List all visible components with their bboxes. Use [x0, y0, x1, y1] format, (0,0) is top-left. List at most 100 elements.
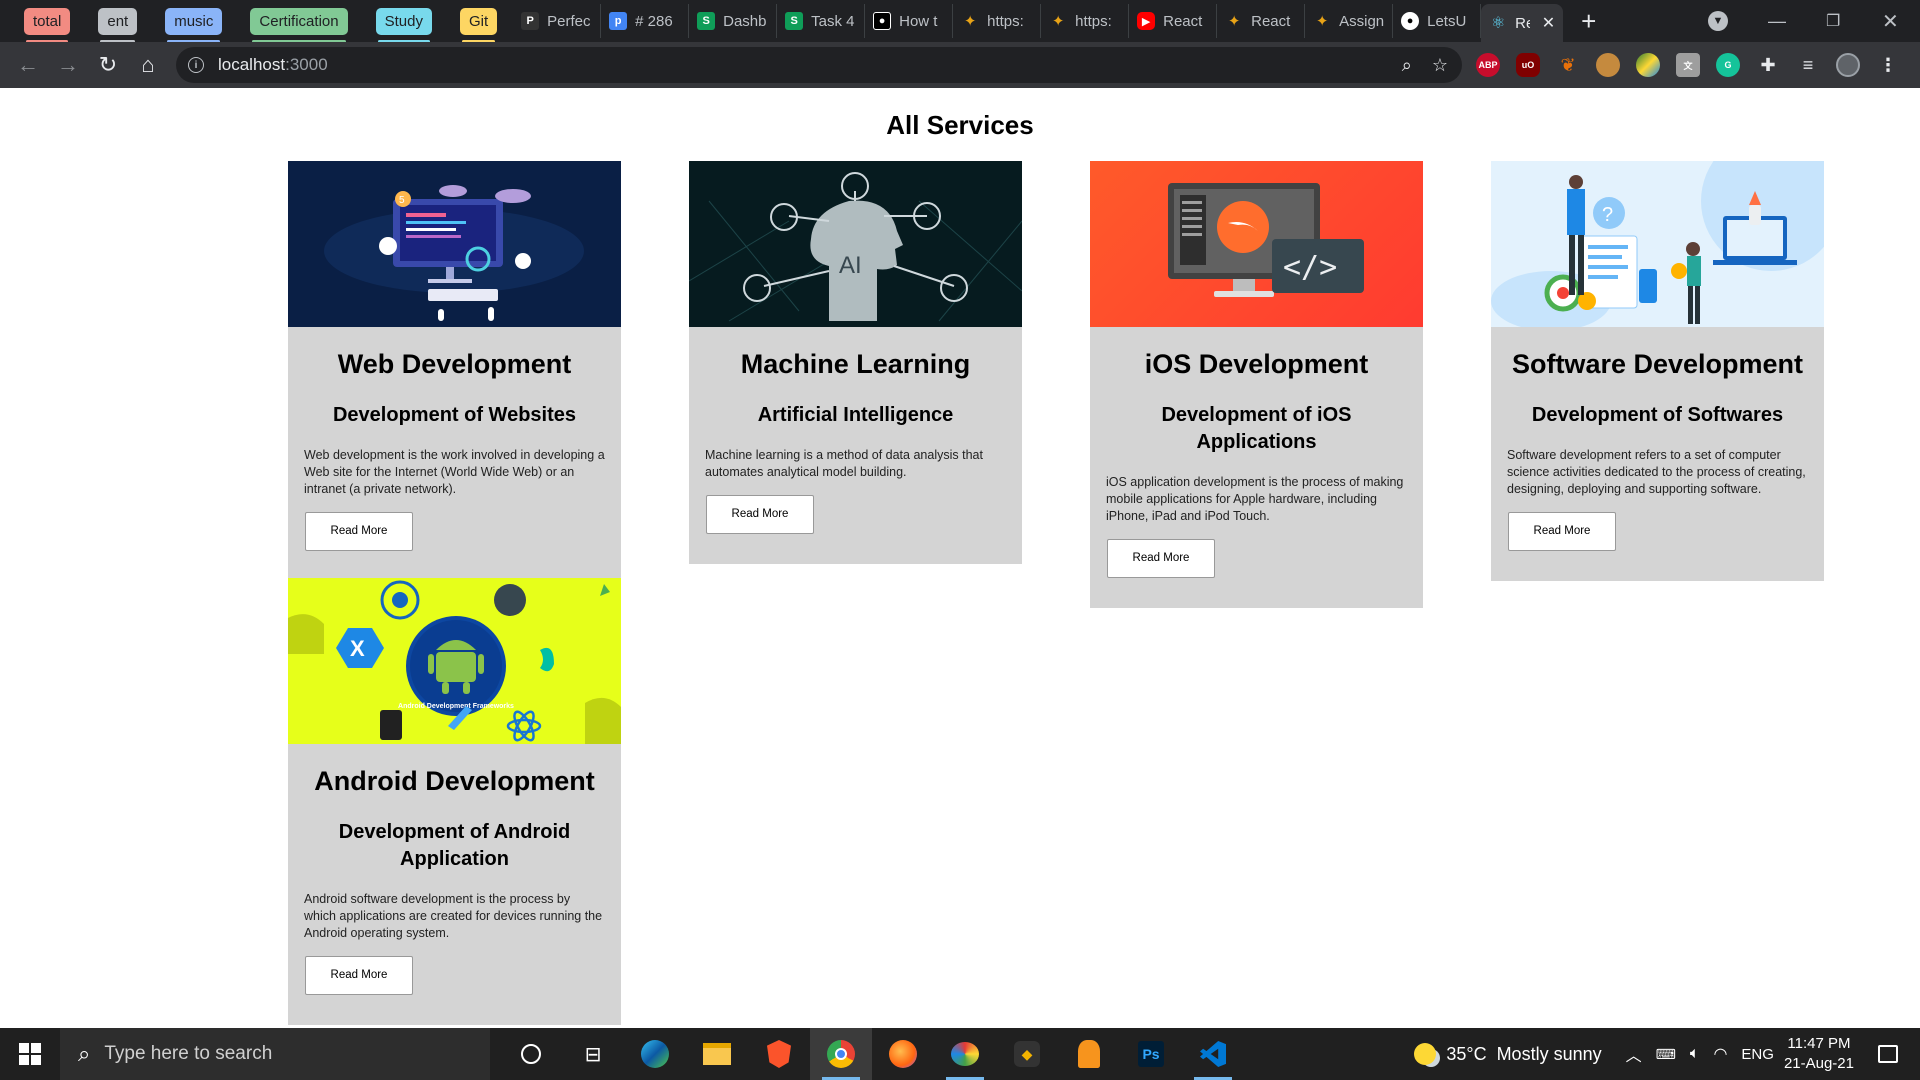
- browser-chrome: total ent music Certification Study Git …: [0, 0, 1920, 88]
- extensions-puzzle-icon[interactable]: ✚: [1756, 53, 1780, 77]
- browser-tab[interactable]: ▶ React: [1129, 4, 1218, 38]
- clock-time: 11:47 PM: [1787, 1035, 1851, 1052]
- pycharm-icon: P: [521, 12, 540, 30]
- svg-text:5: 5: [399, 195, 405, 206]
- close-tab-icon[interactable]: ✕: [1542, 13, 1555, 33]
- url-host: localhost: [218, 55, 286, 74]
- weather-icon[interactable]: [1414, 1043, 1437, 1065]
- service-description: iOS application development is the proce…: [1106, 475, 1404, 523]
- weather-temp[interactable]: 35°C: [1446, 1044, 1486, 1065]
- youtube-icon: ▶: [1137, 12, 1156, 30]
- wifi-icon[interactable]: ◠: [1713, 1044, 1727, 1064]
- chrome-icon[interactable]: [810, 1028, 872, 1080]
- tab-search-icon[interactable]: ▼: [1708, 0, 1728, 42]
- brave-icon[interactable]: [748, 1028, 810, 1080]
- service-subtitle: Development of Websites: [332, 404, 577, 426]
- site-info-icon[interactable]: i: [188, 57, 204, 73]
- notifications-icon[interactable]: [1878, 1045, 1898, 1063]
- file-explorer-icon[interactable]: [686, 1028, 748, 1080]
- volume-icon[interactable]: 🔈︎: [1690, 1045, 1700, 1063]
- cookie-icon[interactable]: [1596, 53, 1620, 77]
- read-more-button[interactable]: Read More: [1508, 512, 1616, 551]
- reload-icon[interactable]: ↻: [88, 45, 128, 85]
- home-icon[interactable]: ⌂: [128, 45, 168, 85]
- tab-group-study[interactable]: Study: [375, 7, 432, 43]
- close-window-icon[interactable]: ✕: [1882, 0, 1899, 42]
- browser-tab[interactable]: p # 286: [601, 4, 690, 38]
- new-tab-icon[interactable]: +: [1581, 6, 1596, 37]
- back-icon[interactable]: ←: [8, 45, 48, 85]
- browser-tab[interactable]: ✦ https:: [953, 4, 1042, 38]
- browser-tab[interactable]: ● How t: [865, 4, 954, 38]
- service-title: Android Development: [314, 766, 595, 796]
- clock-date: 21-Aug-21: [1783, 1055, 1854, 1072]
- paint-icon[interactable]: [934, 1028, 996, 1080]
- tab-group-ent[interactable]: ent: [98, 7, 138, 43]
- menu-kebab-icon[interactable]: ⋮: [1876, 53, 1900, 77]
- reading-list-icon[interactable]: ≡: [1796, 53, 1820, 77]
- browser-tab[interactable]: P Perfec: [513, 4, 602, 38]
- browser-tab[interactable]: ● LetsU: [1393, 4, 1482, 38]
- read-more-button[interactable]: Read More: [706, 495, 814, 534]
- photoshop-icon[interactable]: Ps: [1120, 1028, 1182, 1080]
- browser-tab-active[interactable]: ⚛Re✕: [1481, 4, 1564, 42]
- tab-strip: total ent music Certification Study Git …: [0, 0, 1920, 43]
- tab-group-certification[interactable]: Certification: [250, 7, 348, 43]
- vscode-icon[interactable]: [1182, 1028, 1244, 1080]
- grammarly-icon[interactable]: G: [1716, 53, 1740, 77]
- browser-tab[interactable]: ✦ Assign: [1305, 4, 1394, 38]
- windows-start-icon[interactable]: [0, 1028, 60, 1080]
- fl-studio-icon[interactable]: [1058, 1028, 1120, 1080]
- url-port: :3000: [285, 55, 328, 74]
- svg-text:X: X: [350, 636, 365, 661]
- tool-icon: ✦: [1227, 13, 1241, 30]
- chevron-up-icon[interactable]: ︿: [1626, 1042, 1642, 1066]
- maximize-icon[interactable]: ❐: [1826, 0, 1840, 42]
- read-more-button[interactable]: Read More: [305, 512, 413, 551]
- software-team-image: ?: [1491, 161, 1824, 327]
- translate-icon[interactable]: 文: [1676, 53, 1700, 77]
- extensions-bar: ABP uO ❦ 文 G ✚ ≡ ⋮: [1476, 42, 1900, 88]
- forward-icon[interactable]: →: [48, 45, 88, 85]
- browser-tab[interactable]: ✦ https:: [1041, 4, 1130, 38]
- react-icon: ⚛: [1490, 15, 1506, 32]
- abp-icon[interactable]: ABP: [1476, 53, 1500, 77]
- tab-group-git[interactable]: Git: [459, 7, 498, 43]
- service-card-ml: AI Machine Learning Artificial Intellige…: [689, 161, 1022, 564]
- ublock-icon[interactable]: uO: [1516, 53, 1540, 77]
- service-card-ios: </> iOS Development Development of iOS A…: [1090, 161, 1423, 608]
- carrot-icon[interactable]: ❦: [1556, 53, 1580, 77]
- address-bar[interactable]: i localhost:3000 ⌕ ☆: [176, 47, 1462, 83]
- keyboard-icon[interactable]: ⌨: [1656, 1046, 1676, 1063]
- firefox-icon[interactable]: [872, 1028, 934, 1080]
- language-indicator[interactable]: ENG: [1741, 1046, 1774, 1063]
- service-subtitle: Artificial Intelligence: [757, 404, 954, 426]
- tool-icon: ✦: [963, 13, 977, 30]
- read-more-button[interactable]: Read More: [1107, 539, 1215, 578]
- read-more-button[interactable]: Read More: [305, 956, 413, 995]
- zoom-icon[interactable]: ⌕: [1402, 55, 1412, 76]
- cortana-icon[interactable]: [500, 1028, 562, 1080]
- clock[interactable]: 11:47 PM 21-Aug-21: [1784, 1034, 1854, 1074]
- bookmark-star-icon[interactable]: ☆: [1432, 55, 1448, 76]
- edge-icon[interactable]: [624, 1028, 686, 1080]
- davinci-icon[interactable]: ◆: [996, 1028, 1058, 1080]
- profile-avatar[interactable]: [1836, 53, 1860, 77]
- tab-group-music[interactable]: music: [165, 7, 223, 43]
- browser-tab[interactable]: S Task 4: [777, 4, 866, 38]
- minimize-icon[interactable]: —: [1768, 0, 1786, 42]
- browser-tab[interactable]: ✦ React: [1217, 4, 1306, 38]
- ai-head-image: AI: [689, 161, 1022, 327]
- service-description: Machine learning is a method of data ana…: [705, 448, 983, 479]
- tab-group-total[interactable]: total: [24, 7, 71, 43]
- tool-icon: ✦: [1051, 13, 1065, 30]
- colorzilla-icon[interactable]: [1636, 53, 1660, 77]
- taskbar-search-box[interactable]: ⌕ Type here to search: [60, 1028, 490, 1080]
- browser-tab[interactable]: S Dashb: [689, 4, 778, 38]
- service-card-android: X Android Development Frameworks Android…: [288, 578, 621, 1025]
- weather-condition[interactable]: Mostly sunny: [1497, 1044, 1602, 1065]
- service-subtitle: Development of Softwares: [1531, 404, 1784, 426]
- svg-text:?: ?: [1602, 204, 1613, 226]
- task-view-icon[interactable]: ⊟: [562, 1028, 624, 1080]
- service-description: Web development is the work involved in …: [304, 448, 605, 496]
